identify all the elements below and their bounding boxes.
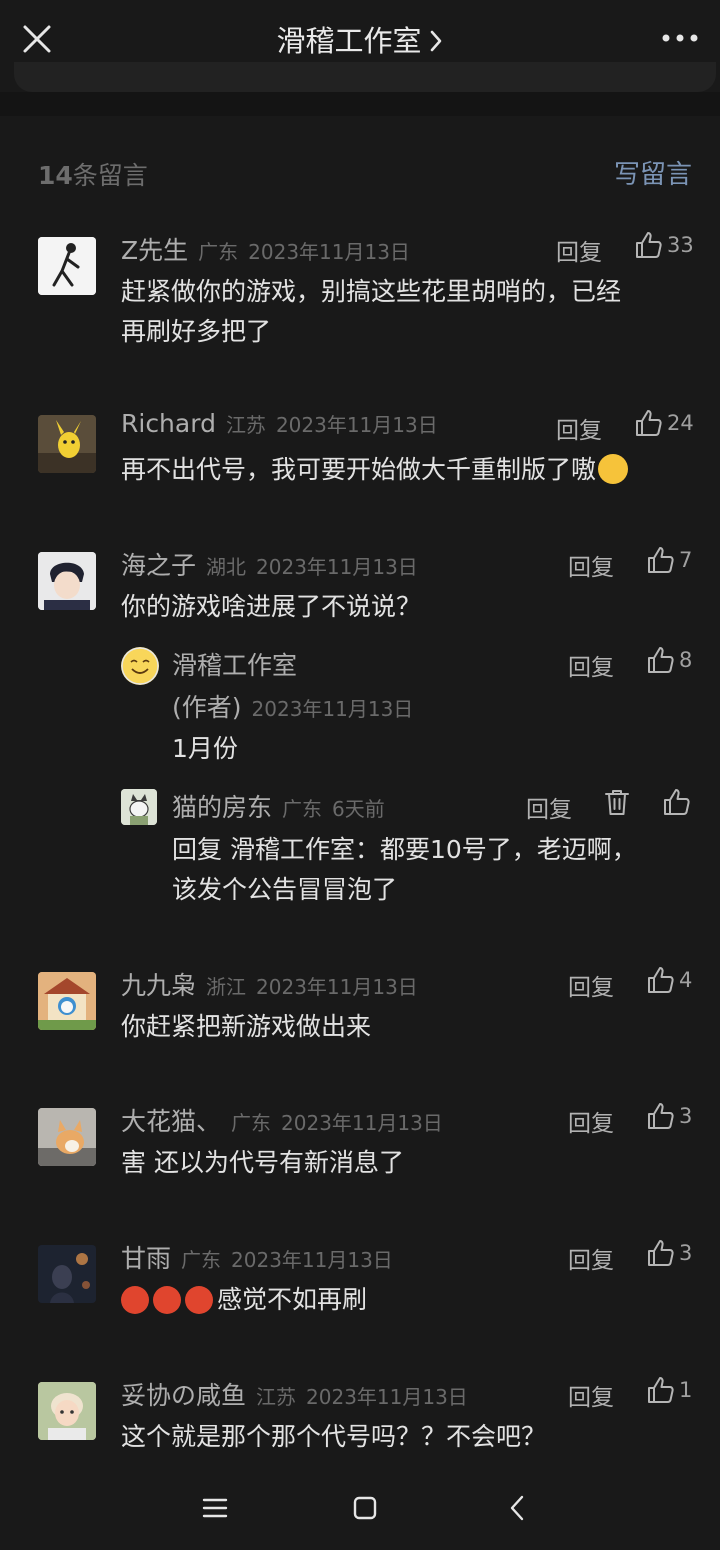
reply-button[interactable]: 回复 [556,411,602,445]
commenter-name[interactable]: Z先生 [121,236,188,265]
comment-text: 你的游戏啥进展了不说说？ [121,592,422,621]
avatar[interactable] [38,415,96,473]
reply-author-name[interactable]: 滑稽工作室 [172,651,297,680]
thumbs-up-icon [648,1240,674,1266]
like-button[interactable]: 24 [633,408,694,438]
reply-button[interactable]: 回复 [568,968,614,1002]
thumbs-up-icon [636,232,662,258]
like-count: 33 [667,233,694,257]
like-button[interactable]: 3 [645,1101,692,1131]
section-divider [0,92,720,116]
angry-face-emoji-icon [121,1286,149,1314]
location: 浙江 [206,975,247,999]
reply-button[interactable]: 回复 [568,1241,614,1275]
timestamp: 2023年11月13日 [251,697,414,721]
thumbs-up-icon [648,1377,674,1403]
thumbs-up-icon [648,967,674,993]
write-comment-button[interactable]: 写留言 [614,154,692,191]
thumbs-up-icon [648,1103,674,1129]
reply-button[interactable]: 回复 [556,233,602,267]
timestamp: 2023年11月13日 [231,1248,393,1272]
recent-apps-icon[interactable] [202,1492,228,1528]
reply-button[interactable]: 回复 [568,648,614,682]
like-count: 1 [679,1378,693,1402]
page-title: 滑稽工作室 [276,24,422,58]
commenter-name[interactable]: 猫的房东 [172,793,272,822]
commenter-name[interactable]: 九九枭 [121,971,196,1000]
like-count: 3 [679,1104,693,1128]
reply-button[interactable]: 回复 [526,790,572,824]
back-icon[interactable] [508,1492,528,1528]
like-button[interactable]: 8 [645,645,692,675]
like-button[interactable]: 1 [645,1375,692,1405]
article-card-edge [14,62,716,92]
avatar[interactable] [38,1382,96,1440]
like-count: 4 [679,968,693,992]
timestamp: 2023年11月13日 [281,1111,443,1135]
like-button[interactable]: 33 [633,230,694,260]
thumbs-up-icon [636,410,662,436]
reply-text: 1月份 [172,734,238,763]
timestamp: 2023年11月13日 [248,240,410,264]
system-navigation-bar [0,1468,720,1550]
comments-header: 14条留言 写留言 [0,150,720,194]
commenter-name[interactable]: 海之子 [121,551,196,580]
timestamp: 2023年11月13日 [256,975,418,999]
commenter-name[interactable]: 甘雨 [121,1244,171,1273]
avatar[interactable] [38,552,96,610]
author-avatar[interactable] [121,647,159,685]
reply-button[interactable]: 回复 [568,548,614,582]
comment-text: 感觉不如再刷 [121,1280,367,1320]
like-count: 7 [679,548,693,572]
commenter-name[interactable]: Richard [121,409,216,438]
account-title-link[interactable]: 滑稽工作室 [0,18,720,60]
location: 江苏 [225,413,266,437]
chevron-right-icon [428,26,444,60]
like-count: 24 [667,411,694,435]
location: 广东 [282,797,323,821]
timestamp: 2023年11月13日 [256,555,418,579]
author-tag: (作者) [172,693,242,722]
like-button[interactable]: 4 [645,965,692,995]
more-options-icon[interactable] [660,26,700,50]
comment-text: 再不出代号，我可要开始做大千重制版了嗷 [121,450,632,490]
like-count: 3 [679,1241,693,1265]
like-button[interactable] [661,787,691,817]
delete-button[interactable] [603,787,631,817]
trash-icon [605,790,629,815]
thumbs-up-icon [648,547,674,573]
comment-count: 14条留言 [38,161,148,190]
timestamp: 2023年11月13日 [306,1385,468,1409]
comment-text: 这个就是那个那个代号吗？？不会吧？ [121,1422,547,1451]
comment-text: 害 还以为代号有新消息了 [121,1148,404,1177]
angry-face-emoji-icon [185,1286,213,1314]
home-icon[interactable] [352,1492,378,1528]
timestamp: 2023年11月13日 [275,413,438,437]
comment-text: 你赶紧把新游戏做出来 [121,1012,372,1041]
reply-button[interactable]: 回复 [568,1378,614,1412]
timestamp: 6天前 [332,797,385,821]
location: 广东 [231,1111,272,1135]
angry-face-emoji-icon [153,1286,181,1314]
commenter-name[interactable]: 大花猫、 [121,1107,221,1136]
reply-text: 回复 滑稽工作室：都要10号了，老迈啊， 该发个公告冒冒泡了 [172,835,637,904]
avatar[interactable] [38,972,96,1030]
shy-face-emoji-icon [598,454,629,484]
avatar[interactable] [38,1245,96,1303]
location: 广东 [198,240,239,264]
thumbs-up-icon [648,647,674,673]
avatar[interactable] [121,789,157,825]
comment-text: 赶紧做你的游戏，别搞这些花里胡哨的，已经 再刷好多把了 [121,277,622,346]
avatar[interactable] [38,1108,96,1166]
location: 广东 [181,1248,222,1272]
like-button[interactable]: 7 [645,545,692,575]
avatar[interactable] [38,237,96,295]
like-button[interactable]: 3 [645,1238,692,1268]
location: 江苏 [256,1385,297,1409]
reply-button[interactable]: 回复 [568,1104,614,1138]
thumbs-up-icon [664,789,690,815]
commenter-name[interactable]: 妥协の咸鱼 [121,1381,246,1410]
like-count: 8 [679,648,693,672]
location: 湖北 [206,555,247,579]
